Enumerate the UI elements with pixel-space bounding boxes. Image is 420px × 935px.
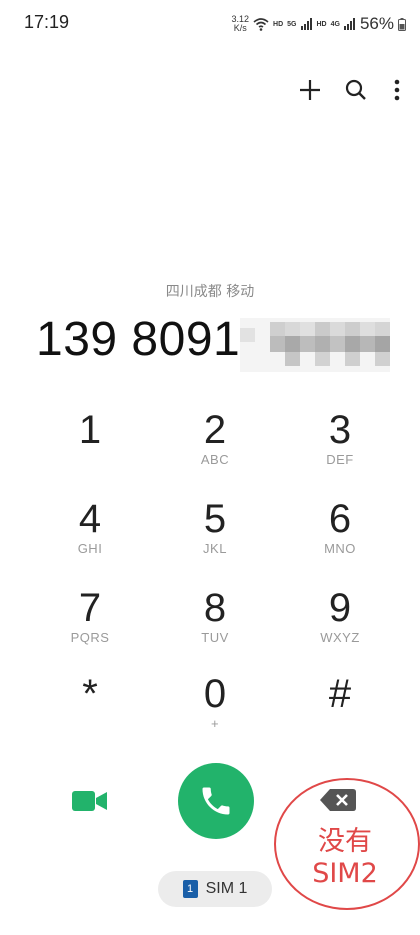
search-button[interactable] (340, 74, 372, 106)
video-call-button[interactable] (68, 784, 112, 818)
add-contact-button[interactable] (294, 74, 326, 106)
key-3[interactable]: 3 DEF (280, 408, 400, 488)
key-4[interactable]: 4 GHI (30, 497, 150, 577)
network-speed: 3.12 K/s (231, 14, 250, 33)
more-vertical-icon (394, 79, 400, 101)
plus-icon (300, 80, 320, 100)
key-2[interactable]: 2 ABC (155, 408, 275, 488)
phone-icon (202, 787, 230, 815)
key-6[interactable]: 6 MNO (280, 497, 400, 577)
search-icon (345, 79, 366, 100)
sim-chip-icon: 1 (182, 880, 198, 898)
status-indicators: 3.12 K/s HD 5G HD 4G 56% (231, 14, 406, 34)
sim-label: SIM 1 (205, 880, 248, 897)
video-camera-icon (72, 791, 107, 811)
number-mosaic (240, 318, 390, 372)
battery-icon (398, 17, 406, 31)
key-0[interactable]: 0 + (155, 672, 275, 752)
network-5g: 5G (287, 20, 297, 28)
signal-icon-2 (343, 18, 355, 30)
more-options-button[interactable] (381, 74, 413, 106)
battery-percent: 56% (359, 14, 394, 33)
hd-indicator-2: HD (316, 20, 327, 28)
key-5[interactable]: 5 JKL (155, 497, 275, 577)
key-hash[interactable]: # (280, 672, 400, 752)
annotation-text: 没有 SIM2 (312, 826, 378, 889)
key-1[interactable]: 1 (30, 408, 150, 488)
hd-indicator: HD (273, 20, 284, 28)
key-star[interactable]: * (30, 672, 150, 752)
dialed-number[interactable]: 139 8091 (36, 312, 240, 367)
signal-icon (300, 18, 312, 30)
status-time: 17:19 (24, 12, 70, 32)
key-9[interactable]: 9 WXYZ (280, 586, 400, 666)
key-7[interactable]: 7 PQRS (30, 586, 150, 666)
wifi-icon (253, 17, 269, 31)
carrier-location: 四川成都 移动 (165, 284, 255, 300)
call-button[interactable] (178, 763, 254, 839)
key-8[interactable]: 8 TUV (155, 586, 275, 666)
sim-selector[interactable]: 1 SIM 1 (158, 871, 272, 907)
network-4g: 4G (330, 20, 340, 28)
